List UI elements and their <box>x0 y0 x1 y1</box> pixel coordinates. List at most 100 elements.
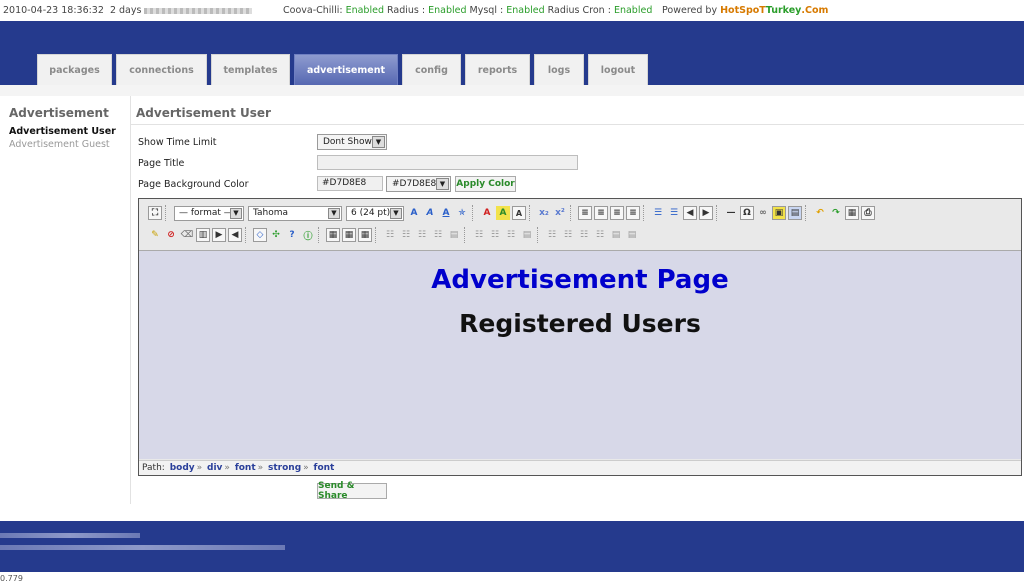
tab-logs[interactable]: logs <box>534 54 584 85</box>
sidebar-item-advertisement-user[interactable]: Advertisement User <box>9 126 116 137</box>
col-split-icon[interactable]: ▤ <box>520 228 534 242</box>
redo-icon[interactable]: ↷ <box>829 206 843 220</box>
col-insert-after-icon[interactable]: ☷ <box>488 228 502 242</box>
chevron-down-icon: ▼ <box>390 207 402 219</box>
remove-color-icon[interactable]: A <box>512 206 526 220</box>
show-time-limit-select[interactable]: Dont Show ▼ <box>317 134 387 150</box>
format-select[interactable]: — format — ▼ <box>174 205 244 221</box>
plugin-icon[interactable]: ✣ <box>269 228 283 242</box>
insert-media-icon[interactable]: ▤ <box>788 206 802 220</box>
insert-before-icon[interactable]: ▶ <box>212 228 226 242</box>
tab-config[interactable]: config <box>402 54 461 85</box>
insert-table-icon[interactable]: ▦ <box>326 228 340 242</box>
page-title-input[interactable] <box>317 155 578 170</box>
toolbar-separator <box>472 205 477 221</box>
editor-toolbar-row-1: ⛶ — format — ▼ Tahoma ▼ 6 (24 pt) ▼ A A A ✯… <box>147 203 876 223</box>
cell-split-icon[interactable]: ☷ <box>593 228 607 242</box>
cell-properties-icon[interactable]: ▦ <box>358 228 372 242</box>
send-share-button[interactable]: Send & Share <box>317 481 387 501</box>
toolbar-separator <box>464 227 469 243</box>
clean-format-icon[interactable]: ✎ <box>148 228 162 242</box>
highlight-color-icon[interactable]: A <box>496 206 510 220</box>
radius-label: Radius : <box>387 5 426 16</box>
insert-image-icon[interactable]: ▣ <box>772 206 786 220</box>
tab-logout[interactable]: logout <box>588 54 648 85</box>
eraser-icon[interactable]: ⌫ <box>180 228 194 242</box>
insert-character-icon[interactable]: Ω <box>740 206 754 220</box>
html-source-icon[interactable]: ◇ <box>253 228 267 242</box>
font-size-select-value: 6 (24 pt) <box>351 207 391 218</box>
outdent-icon[interactable]: ◀ <box>683 206 697 220</box>
show-time-limit-label: Show Time Limit <box>138 137 217 148</box>
undo-icon[interactable]: ↶ <box>813 206 827 220</box>
apply-color-button[interactable]: Apply Color <box>455 176 516 192</box>
toolbar-separator <box>570 205 575 221</box>
info-icon[interactable]: ⓘ <box>301 228 315 242</box>
redacted-text <box>0 533 140 538</box>
cell-delete-icon[interactable]: ☷ <box>561 228 575 242</box>
align-left-icon[interactable]: ≡ <box>578 206 592 220</box>
editor-content-area[interactable]: Advertisement Page Registered Users <box>139 250 1021 459</box>
font-size-select[interactable]: 6 (24 pt) ▼ <box>346 205 404 221</box>
brand-link[interactable]: HotSpoTTurkey.Com <box>720 5 828 16</box>
bold-icon[interactable]: A <box>407 206 421 220</box>
link-icon[interactable]: ∞ <box>756 206 770 220</box>
tab-advertisement[interactable]: advertisement <box>294 54 398 85</box>
italic-icon[interactable]: A <box>423 206 437 220</box>
row-insert-after-icon[interactable]: ☷ <box>399 228 413 242</box>
help-icon[interactable]: ? <box>285 228 299 242</box>
server-datetime: 2010-04-23 18:36:32 2 days <box>3 5 253 16</box>
brand-part-a: HotSpoT <box>720 5 766 16</box>
row-delete-icon[interactable]: ☷ <box>415 228 429 242</box>
path-item-strong[interactable]: strong <box>268 463 301 473</box>
tab-templates[interactable]: templates <box>211 54 290 85</box>
cell-row-span-icon[interactable]: ▤ <box>609 228 623 242</box>
align-justify-icon[interactable]: ≡ <box>626 206 640 220</box>
path-separator: » <box>257 463 264 473</box>
unordered-list-icon[interactable]: ☰ <box>667 206 681 220</box>
row-insert-before-icon[interactable]: ☷ <box>383 228 397 242</box>
indent-icon[interactable]: ▶ <box>699 206 713 220</box>
sidebar: Advertisement Advertisement User Adverti… <box>0 96 131 504</box>
spellcheck-icon[interactable]: ⊘ <box>164 228 178 242</box>
row-split-icon[interactable]: ☷ <box>431 228 445 242</box>
tab-reports[interactable]: reports <box>465 54 530 85</box>
path-item-body[interactable]: body <box>170 463 195 473</box>
underline-icon[interactable]: A <box>439 206 453 220</box>
sidebar-item-advertisement-guest[interactable]: Advertisement Guest <box>9 139 110 150</box>
table-properties-icon[interactable]: ▦ <box>342 228 356 242</box>
font-select[interactable]: Tahoma ▼ <box>248 205 342 221</box>
service-status: Coova-Chilli: Enabled Radius : Enabled M… <box>283 5 652 16</box>
ordered-list-icon[interactable]: ☰ <box>651 206 665 220</box>
paste-text-icon[interactable]: ▥ <box>196 228 210 242</box>
path-item-font-inner[interactable]: font <box>314 463 335 473</box>
cell-insert-icon[interactable]: ☷ <box>545 228 559 242</box>
path-item-div[interactable]: div <box>207 463 222 473</box>
tab-connections[interactable]: connections <box>116 54 207 85</box>
col-insert-before-icon[interactable]: ☷ <box>472 228 486 242</box>
powered-label: Powered by <box>662 5 718 16</box>
save-icon[interactable]: ▦ <box>845 206 859 220</box>
row-properties-icon[interactable]: ▤ <box>447 228 461 242</box>
print-icon[interactable]: ⎙ <box>861 206 875 220</box>
tab-packages[interactable]: packages <box>37 54 112 85</box>
bg-color-select[interactable]: #D7D8E8 ▼ <box>386 176 451 192</box>
page-title: Advertisement User <box>136 106 271 120</box>
chevron-down-icon: ▼ <box>372 136 385 148</box>
bg-color-input[interactable]: #D7D8E8 <box>317 176 383 191</box>
version-text: 0.779 <box>0 574 23 583</box>
fullscreen-icon[interactable]: ⛶ <box>148 206 162 220</box>
subheader-band <box>0 85 1024 96</box>
col-delete-icon[interactable]: ☷ <box>504 228 518 242</box>
cell-col-span-icon[interactable]: ▤ <box>625 228 639 242</box>
insert-after-icon[interactable]: ◀ <box>228 228 242 242</box>
strikethrough-icon[interactable]: ✯ <box>455 206 469 220</box>
subscript-icon[interactable]: x₂ <box>537 206 551 220</box>
align-right-icon[interactable]: ≡ <box>610 206 624 220</box>
superscript-icon[interactable]: x² <box>553 206 567 220</box>
cell-merge-icon[interactable]: ☷ <box>577 228 591 242</box>
horizontal-rule-icon[interactable]: — <box>724 206 738 220</box>
text-color-icon[interactable]: A <box>480 206 494 220</box>
path-item-font[interactable]: font <box>235 463 256 473</box>
align-center-icon[interactable]: ≡ <box>594 206 608 220</box>
